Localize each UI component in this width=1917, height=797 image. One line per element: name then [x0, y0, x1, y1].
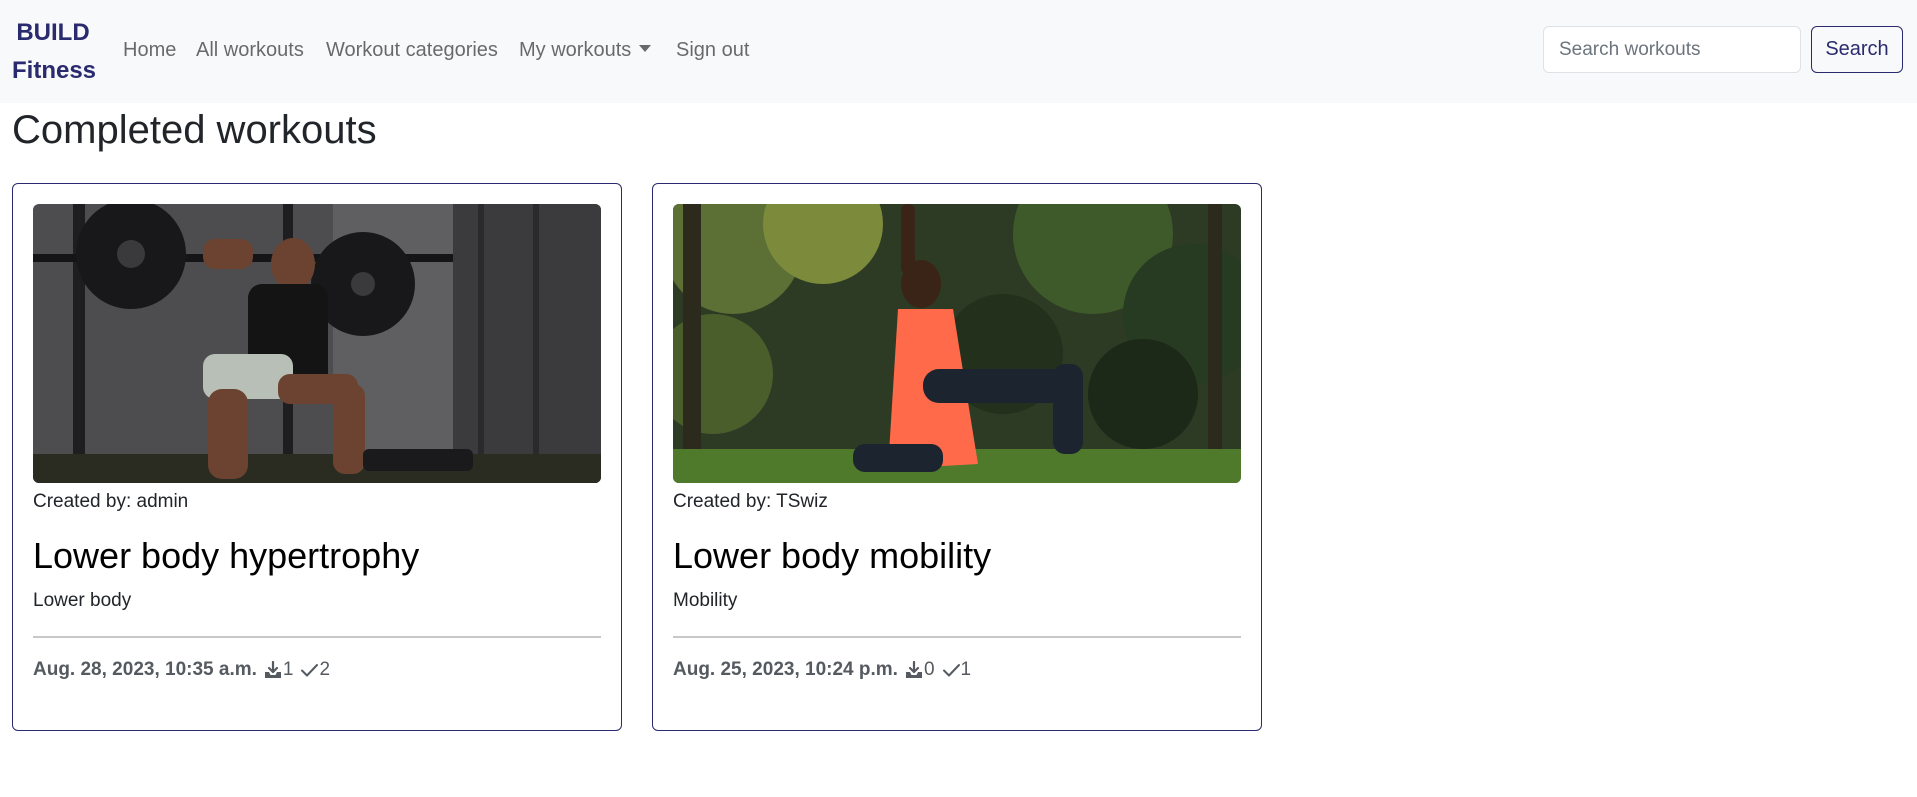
search-button[interactable]: Search	[1811, 26, 1903, 73]
card-footer: Aug. 25, 2023, 10:24 p.m. 0 1	[673, 656, 971, 684]
nav-my-workouts-dropdown[interactable]: My workouts	[519, 36, 652, 64]
card-divider	[673, 636, 1241, 638]
search-input[interactable]	[1543, 26, 1801, 73]
brand-line-1: BUILD	[16, 19, 90, 46]
card-creator: Created by: TSwiz	[673, 491, 828, 512]
saves-count: 0	[923, 659, 935, 680]
nav-my-workouts-label: My workouts	[519, 39, 632, 61]
workout-image-squat[interactable]	[33, 204, 601, 483]
navbar: BUILD Fitness Home All workouts Workout …	[0, 0, 1917, 103]
workout-card[interactable]: Created by: TSwiz Lower body mobility Mo…	[652, 183, 1262, 731]
completions-count: 1	[960, 659, 972, 680]
nav-all-workouts-link[interactable]: All workouts	[196, 36, 304, 64]
download-tray-icon	[263, 660, 283, 680]
card-category: Lower body	[33, 590, 132, 611]
nav-home-link[interactable]: Home	[123, 36, 176, 64]
card-creator: Created by: admin	[33, 491, 189, 512]
brand-logo[interactable]: BUILD Fitness	[12, 14, 97, 90]
workout-image-lunge[interactable]	[673, 204, 1241, 483]
completions-count: 2	[319, 659, 331, 680]
check-icon	[299, 660, 319, 680]
caret-down-icon	[639, 45, 652, 52]
card-category: Mobility	[673, 590, 738, 611]
card-date: Aug. 25, 2023, 10:24 p.m.	[673, 659, 898, 680]
card-footer: Aug. 28, 2023, 10:35 a.m. 1 2	[33, 656, 330, 684]
brand-line-2: Fitness	[12, 57, 97, 84]
nav-sign-out-link[interactable]: Sign out	[676, 36, 749, 64]
check-icon	[941, 660, 961, 680]
card-date: Aug. 28, 2023, 10:35 a.m.	[33, 659, 257, 680]
card-title[interactable]: Lower body hypertrophy	[33, 532, 419, 580]
card-divider	[33, 636, 601, 638]
page-title: Completed workouts	[12, 108, 377, 152]
saves-count: 1	[282, 659, 294, 680]
nav-workout-categories-link[interactable]: Workout categories	[326, 36, 498, 64]
workout-card[interactable]: Created by: admin Lower body hypertrophy…	[12, 183, 622, 731]
card-title[interactable]: Lower body mobility	[673, 532, 991, 580]
download-tray-icon	[904, 660, 924, 680]
squat-photo-icon	[33, 204, 601, 483]
lunge-stretch-photo-icon	[673, 204, 1241, 483]
